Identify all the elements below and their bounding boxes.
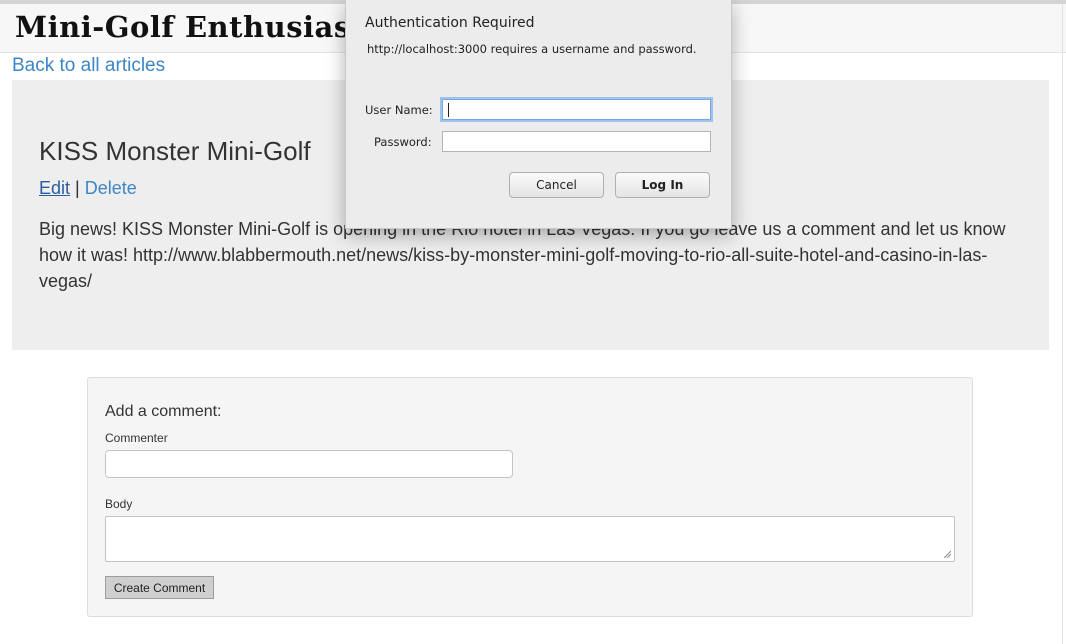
resize-grip-icon[interactable] (943, 550, 951, 558)
page-scrollbar[interactable] (1062, 4, 1063, 644)
article-title: KISS Monster Mini-Golf (39, 136, 311, 166)
dialog-message: http://localhost:3000 requires a usernam… (367, 42, 697, 56)
action-separator: | (75, 178, 80, 198)
create-comment-button[interactable]: Create Comment (105, 576, 214, 599)
username-input[interactable] (442, 99, 711, 120)
site-title[interactable]: Mini-Golf Enthusiasts (15, 10, 381, 44)
password-label: Password: (374, 135, 432, 149)
dialog-title: Authentication Required (365, 15, 535, 31)
authentication-dialog: Authentication Required http://localhost… (345, 0, 732, 229)
body-label: Body (105, 497, 133, 511)
body-textarea[interactable] (105, 516, 955, 562)
text-caret (448, 103, 449, 117)
password-input[interactable] (442, 131, 711, 152)
back-to-articles-link[interactable]: Back to all articles (12, 55, 165, 77)
commenter-label: Commenter (105, 431, 168, 445)
edit-link[interactable]: Edit (39, 178, 70, 198)
username-label: User Name: (365, 103, 433, 117)
delete-link[interactable]: Delete (85, 178, 137, 198)
log-in-button[interactable]: Log In (615, 172, 710, 198)
comment-heading: Add a comment: (105, 403, 222, 420)
article-actions: Edit | Delete (39, 178, 137, 199)
cancel-button[interactable]: Cancel (509, 172, 604, 198)
comment-form: Add a comment: Commenter Body Create Com… (87, 377, 973, 617)
commenter-input[interactable] (105, 450, 513, 478)
